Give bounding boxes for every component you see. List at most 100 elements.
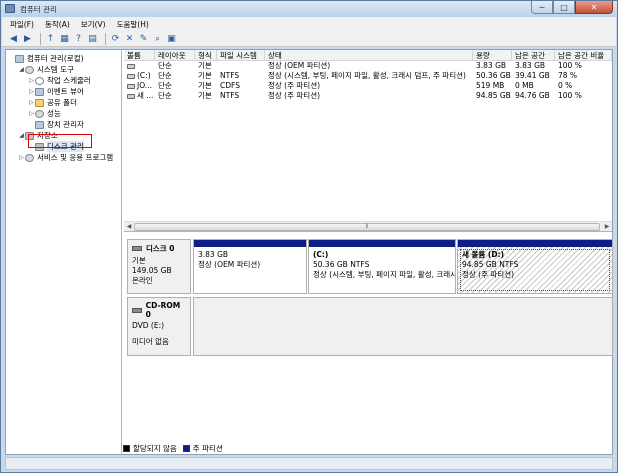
table-cell: 기본	[198, 61, 212, 70]
menu-file[interactable]: 파일(F)	[10, 19, 34, 30]
disk-0-type: 기본	[132, 256, 146, 265]
partition-c[interactable]: (C:) 50.36 GB NTFS 정상 (시스템, 부팅, 페이지 파일, …	[308, 239, 456, 294]
disk-graphical-view: 디스크 0 기본 149.05 GB 온라인 3.83 GB 정상 (OEM 파…	[124, 233, 613, 454]
title-bar[interactable]: 컴퓨터 관리 ─ □ ✕	[1, 1, 617, 17]
partition-oem[interactable]: 3.83 GB 정상 (OEM 파티션)	[193, 239, 307, 294]
table-cell: 기본	[198, 71, 212, 80]
menu-action[interactable]: 동작(A)	[45, 19, 70, 30]
show-tree-icon[interactable]: ▦	[59, 33, 70, 44]
disk-0-status: 온라인	[132, 276, 153, 285]
search-icon[interactable]: ⌕	[152, 33, 163, 44]
expand-arrow-icon[interactable]: ▷	[18, 152, 25, 163]
expand-arrow-icon[interactable]: ▷	[28, 108, 35, 119]
disk-row-cdrom: CD-ROM 0 DVD (E:) 미디어 없음	[127, 297, 613, 356]
column-header-capacity[interactable]: 용량	[473, 50, 512, 60]
menu-help[interactable]: 도움말(H)	[117, 19, 149, 30]
tree-item[interactable]: ▷ 성능	[6, 108, 121, 119]
gear-icon	[25, 153, 34, 162]
back-icon[interactable]: ◀	[8, 33, 19, 44]
column-header-type[interactable]: 형식	[195, 50, 217, 60]
close-button[interactable]: ✕	[575, 1, 613, 14]
scroll-left-icon[interactable]: ◀	[125, 223, 133, 231]
disk-0-name: 디스크 0	[146, 244, 175, 253]
view-icon[interactable]: ▣	[166, 33, 177, 44]
table-cell: 정상 (주 파티션)	[268, 81, 321, 90]
cd-drive-icon	[132, 307, 142, 313]
table-cell	[217, 61, 265, 71]
column-header-filesystem[interactable]: 파일 시스템	[217, 50, 265, 60]
table-cell: 94.85 GB	[476, 91, 511, 100]
column-header-free-space[interactable]: 남은 공간	[512, 50, 555, 60]
menu-view[interactable]: 보기(V)	[81, 19, 106, 30]
table-row[interactable]: 단순 기본 정상 (OEM 파티션) 3.83 GB 3.83 GB 100 %	[124, 61, 612, 71]
up-folder-icon[interactable]: ↑	[45, 33, 56, 44]
computer-icon	[35, 120, 44, 129]
partition-bar	[458, 240, 612, 247]
delete-icon[interactable]: ✕	[124, 33, 135, 44]
scrollbar-thumb[interactable]: ⦀	[134, 223, 600, 231]
legend: 할당되지 않음 주 파티션	[123, 443, 603, 453]
volume-name: JO...	[137, 81, 152, 90]
legend-label: 주 파티션	[192, 443, 223, 453]
table-cell: 단순	[158, 81, 172, 90]
column-header-layout[interactable]: 레이아웃	[155, 50, 195, 60]
open-icon[interactable]: ✎	[138, 33, 149, 44]
volume-name: (C:)	[137, 71, 151, 80]
table-cell: 94.76 GB	[515, 91, 550, 100]
table-cell: 정상 (시스템, 부팅, 페이지 파일, 활성, 크래시 덤프, 주 파티션)	[268, 71, 466, 80]
table-cell: 단순	[158, 71, 172, 80]
table-cell: 정상 (주 파티션)	[268, 91, 321, 100]
disk-0-info[interactable]: 디스크 0 기본 149.05 GB 온라인	[127, 239, 191, 294]
table-cell: 519 MB	[476, 81, 505, 90]
partition-name: (C:)	[313, 250, 329, 259]
tree-item[interactable]: ▷ 공유 폴더	[6, 97, 121, 108]
column-header-free-percent[interactable]: 남은 공간 비율	[555, 50, 612, 60]
partition-bar	[194, 240, 306, 247]
clock-icon	[35, 76, 44, 85]
expand-arrow-icon[interactable]: ▷	[28, 86, 35, 97]
tree-item-label: 컴퓨터 관리(로컬)	[27, 54, 84, 63]
table-cell: CDFS	[220, 81, 240, 90]
tree-item[interactable]: ▷ 작업 스케줄러	[6, 75, 121, 86]
table-cell: 정상 (OEM 파티션)	[268, 61, 331, 70]
tree-item[interactable]: 컴퓨터 관리(로컬)	[6, 53, 121, 64]
cdrom-0-status: 미디어 없음	[132, 337, 169, 346]
toolbar-separator	[105, 32, 106, 45]
expand-arrow-icon[interactable]: ◢	[18, 130, 25, 141]
toolbar: ◀ ▶ ↑ ▦ ? ▤ ⟳ ✕ ✎ ⌕ ▣	[2, 31, 616, 47]
drive-icon	[127, 73, 135, 79]
volume-rows: 단순 기본 정상 (OEM 파티션) 3.83 GB 3.83 GB 100 % (C:) 단…	[124, 61, 612, 101]
tree-item-label: 이벤트 뷰어	[47, 87, 84, 96]
expand-arrow-icon[interactable]: ◢	[18, 64, 25, 75]
help-icon[interactable]: ?	[73, 33, 84, 44]
tree-item[interactable]: ◢ 시스템 도구	[6, 64, 121, 75]
table-row[interactable]: 새 ... 단순 기본 NTFS 정상 (주 파티션) 94.85 GB 94.76 GB 1…	[124, 91, 612, 101]
scroll-right-icon[interactable]: ▶	[603, 223, 611, 231]
hard-disk-icon	[132, 246, 142, 251]
refresh-icon[interactable]: ⟳	[110, 33, 121, 44]
volume-list-header: 볼륨 레이아웃 형식 파일 시스템 상태 용량 남은 공간 남은 공간 비율	[124, 50, 612, 61]
expand-arrow-icon[interactable]: ▷	[28, 75, 35, 86]
forward-icon[interactable]: ▶	[22, 33, 33, 44]
table-cell: 0 %	[558, 81, 573, 90]
column-header-status[interactable]: 상태	[265, 50, 473, 60]
cdrom-0-info[interactable]: CD-ROM 0 DVD (E:) 미디어 없음	[127, 297, 191, 356]
table-row[interactable]: (C:) 단순 기본 NTFS 정상 (시스템, 부팅, 페이지 파일, 활성, 크래시…	[124, 71, 612, 81]
minimize-button[interactable]: ─	[531, 1, 553, 14]
drive-icon	[127, 63, 135, 69]
maximize-button[interactable]: □	[553, 1, 575, 14]
properties-icon[interactable]: ▤	[87, 33, 98, 44]
disk-0-size: 149.05 GB	[132, 266, 172, 275]
tree-item-label: 장치 관리자	[47, 120, 84, 129]
partition-d[interactable]: 새 볼륨 (D:) 94.85 GB NTFS 정상 (주 파티션)	[457, 239, 613, 294]
horizontal-scrollbar[interactable]: ◀ ⦀ ▶	[124, 221, 612, 231]
table-row[interactable]: JO... 단순 기본 CDFS 정상 (주 파티션) 519 MB 0 MB 0 %	[124, 81, 612, 91]
cdrom-0-name: CD-ROM 0	[145, 301, 181, 319]
tree-item[interactable]: ▷ 서비스 및 응용 프로그램	[6, 152, 121, 163]
tree-item[interactable]: 장치 관리자	[6, 119, 121, 130]
column-header-volume[interactable]: 볼륨	[124, 50, 155, 60]
legend-item-unallocated: 할당되지 않음	[123, 443, 177, 454]
tree-item[interactable]: ▷ 이벤트 뷰어	[6, 86, 121, 97]
drive-icon	[127, 83, 135, 89]
expand-arrow-icon[interactable]: ▷	[28, 97, 35, 108]
